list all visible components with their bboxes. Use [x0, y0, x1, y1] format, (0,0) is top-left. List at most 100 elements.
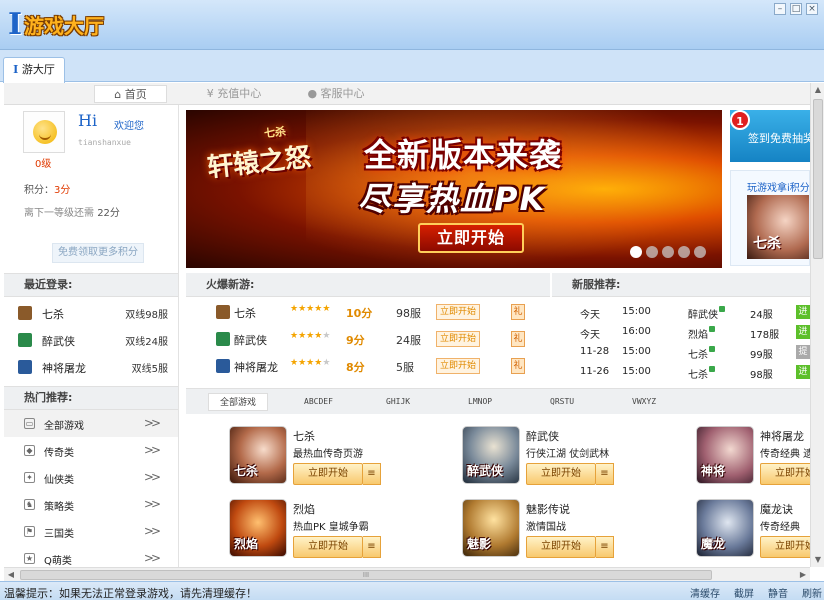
game-card[interactable]: 神将神将屠龙传奇经典 遗立即开始≡ — [696, 426, 824, 492]
category-item[interactable]: ♞ 策略类 >> — [4, 491, 178, 518]
clear-cache-button[interactable]: 清缓存 — [690, 585, 720, 600]
free-points-button[interactable]: 免费领取更多积分 — [52, 243, 144, 263]
alpha-tab-all[interactable]: 全部游戏 — [208, 393, 268, 411]
rating-stars: ★★★★★ — [290, 358, 330, 368]
game-thumbnail[interactable]: 魔龙 — [696, 499, 754, 557]
horizontal-scrollbar[interactable]: ◀ III ▶ — [4, 567, 810, 581]
game-card[interactable]: 魅影 魅影传说 激情国战 立即开始 ≡ — [462, 499, 682, 565]
game-start-button[interactable]: 立即开始 — [526, 536, 596, 558]
minimize-button[interactable]: – — [774, 3, 786, 15]
slide-dot[interactable] — [662, 246, 674, 258]
game-description: 最热血传奇页游 — [293, 449, 363, 460]
screenshot-button[interactable]: 截屏 — [734, 585, 754, 600]
category-item[interactable]: ⚑ 三国类 >> — [4, 518, 178, 545]
hot-game-start-button[interactable]: 立即开始 — [436, 331, 480, 347]
slide-dot[interactable] — [630, 246, 642, 258]
game-icon — [216, 332, 230, 346]
category-item[interactable]: ✦ 仙侠类 >> — [4, 464, 178, 491]
game-card[interactable]: 烈焰 烈焰 热血PK 皇城争霸 立即开始 ≡ — [229, 499, 449, 565]
hot-game-server: 24服 — [396, 334, 421, 347]
game-title[interactable]: 七杀 — [293, 428, 315, 444]
horizontal-scroll-thumb[interactable]: III — [20, 570, 712, 580]
game-card[interactable]: 醉武侠 醉武侠 行侠江湖 仗剑武林 立即开始 ≡ — [462, 426, 682, 492]
scroll-right-icon[interactable]: ▶ — [796, 568, 810, 582]
alpha-tab[interactable]: VWXYZ — [632, 393, 656, 411]
nav-home-label: 首页 — [124, 88, 147, 101]
server-date: 11-26 — [580, 366, 610, 377]
category-item[interactable]: ◆ 传奇类 >> — [4, 437, 178, 464]
vertical-scrollbar[interactable]: ▲ ▼ — [810, 83, 824, 567]
game-title[interactable]: 魔龙诀 — [760, 501, 793, 517]
game-thumbnail[interactable]: 七杀 — [229, 426, 287, 484]
refresh-button[interactable]: 刷新 — [802, 585, 822, 600]
gift-icon[interactable]: 礼 — [511, 358, 525, 374]
game-start-button[interactable]: 立即开始 — [526, 463, 596, 485]
mute-button[interactable]: 静音 — [768, 585, 788, 600]
game-start-button[interactable]: 立即开始 — [293, 536, 363, 558]
gift-icon[interactable]: 礼 — [511, 304, 525, 320]
recent-game-name: 神将屠龙 — [42, 362, 86, 375]
tab-game-hall[interactable]: I 游大厅 — [3, 57, 65, 83]
game-title[interactable]: 魅影传说 — [526, 501, 570, 517]
alpha-tab[interactable]: LMNOP — [468, 393, 492, 411]
game-card[interactable]: 魔龙魔龙诀传奇经典立即开始≡ — [696, 499, 824, 565]
scroll-down-icon[interactable]: ▼ — [812, 554, 824, 566]
slide-dot[interactable] — [678, 246, 690, 258]
game-thumbnail[interactable]: 醉武侠 — [462, 426, 520, 484]
banner-game-logo: 七杀 轩辕之怒 — [204, 121, 313, 185]
scroll-up-icon[interactable]: ▲ — [812, 84, 824, 96]
new-server-row: 今天 15:00 醉武侠 24服 进 — [552, 302, 810, 322]
menu-icon[interactable]: ≡ — [363, 536, 381, 558]
menu-icon[interactable]: ≡ — [596, 463, 614, 485]
recent-login-row[interactable]: 醉武侠 双线24服 — [4, 327, 178, 354]
server-enter-button[interactable]: 进 — [796, 305, 810, 319]
menu-icon[interactable]: ≡ — [363, 463, 381, 485]
user-icon: ● — [307, 87, 318, 100]
banner-start-button[interactable]: 立即开始 — [418, 223, 524, 253]
game-title[interactable]: 醉武侠 — [526, 428, 559, 444]
alpha-tab[interactable]: QRSTU — [550, 393, 574, 411]
game-title[interactable]: 烈焰 — [293, 501, 315, 517]
nav-service[interactable]: ● 客服中心 — [296, 85, 376, 103]
nav-home[interactable]: ⌂ 首页 — [94, 85, 167, 103]
game-thumbnail[interactable]: 神将 — [696, 426, 754, 484]
slide-dot[interactable] — [694, 246, 706, 258]
game-thumbnail[interactable]: 烈焰 — [229, 499, 287, 557]
hot-game-server: 5服 — [396, 361, 414, 374]
vertical-scroll-thumb[interactable] — [813, 99, 823, 259]
recent-login-row[interactable]: 七杀 双线98服 — [4, 300, 178, 327]
avatar[interactable] — [23, 111, 65, 153]
game-card[interactable]: 七杀 七杀 最热血传奇页游 立即开始 ≡ — [229, 426, 449, 492]
scroll-left-icon[interactable]: ◀ — [4, 568, 18, 582]
hot-game-start-button[interactable]: 立即开始 — [436, 304, 480, 320]
nav-recharge[interactable]: ¥ 充值中心 — [194, 85, 274, 103]
server-number: 178服 — [750, 330, 780, 341]
status-bar: 温馨提示：如果无法正常登录游戏，请先清理缓存！ 清缓存 截屏 静音 刷新 — [0, 581, 824, 600]
server-enter-button[interactable]: 进 — [796, 325, 810, 339]
hot-game-server: 98服 — [396, 307, 421, 320]
rating-stars: ★★★★★ — [290, 304, 330, 314]
server-enter-button[interactable]: 提 — [796, 345, 810, 359]
promo-banner[interactable]: 七杀 轩辕之怒 全新版本来袭 尽享热血PK 立即开始 — [186, 110, 722, 268]
server-enter-button[interactable]: 进 — [796, 365, 810, 379]
maximize-button[interactable]: □ — [790, 3, 802, 15]
hot-game-start-button[interactable]: 立即开始 — [436, 358, 480, 374]
alpha-tab[interactable]: GHIJK — [386, 393, 410, 411]
menu-icon[interactable]: ≡ — [596, 536, 614, 558]
game-icon — [18, 333, 32, 347]
category-label: 策略类 — [44, 502, 74, 513]
points-promo-panel[interactable]: 玩游戏拿i积分 七杀 — [730, 170, 810, 266]
game-title[interactable]: 神将屠龙 — [760, 428, 804, 444]
game-thumbnail[interactable]: 魅影 — [462, 499, 520, 557]
hot-game-row: 七杀 ★★★★★ 10分 98服 立即开始 礼 — [186, 299, 550, 326]
alpha-tab[interactable]: ABCDEF — [304, 393, 333, 411]
star-icon: ★ — [290, 304, 299, 314]
signin-lottery-panel[interactable]: 1 签到免费抽奖 — [730, 110, 810, 162]
slide-dot[interactable] — [646, 246, 658, 258]
recent-login-row[interactable]: 神将屠龙 双线5服 — [4, 354, 178, 381]
game-start-button[interactable]: 立即开始 — [293, 463, 363, 485]
banner-logo-small: 七杀 — [263, 124, 287, 141]
category-item[interactable]: ▭ 全部游戏 >> — [4, 410, 178, 437]
gift-icon[interactable]: 礼 — [511, 331, 525, 347]
close-button[interactable]: × — [806, 3, 818, 15]
